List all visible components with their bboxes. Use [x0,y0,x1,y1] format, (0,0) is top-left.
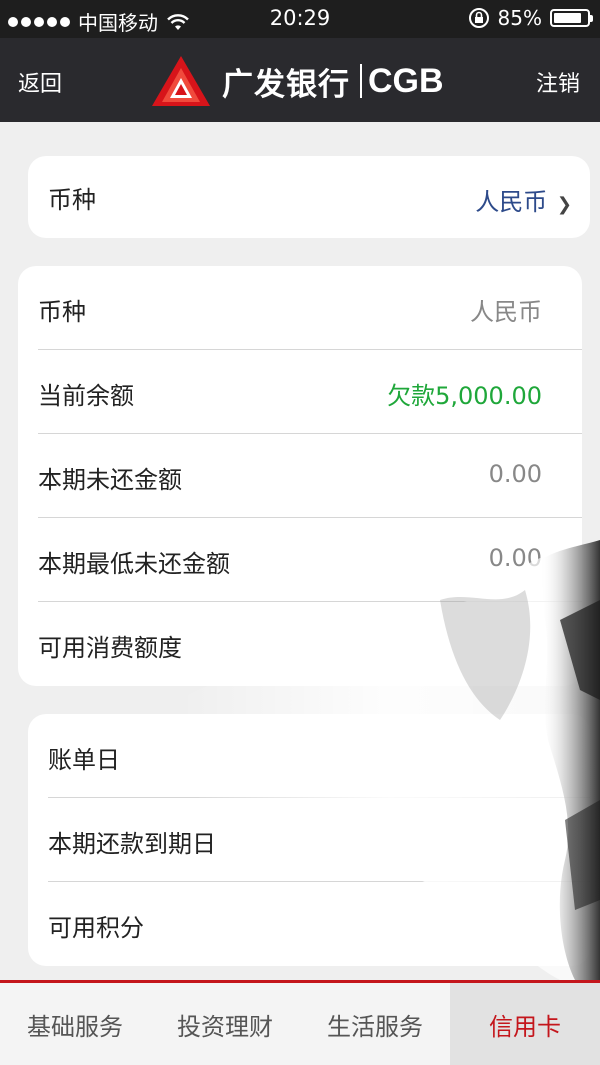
row-label: 币种 [38,298,86,326]
row-value: 人民币 [470,298,542,326]
row-label: 本期还款到期日 [48,830,216,858]
row-label: 当前余额 [38,382,134,410]
brand-separator [360,64,362,98]
battery-percent: 85% [497,6,542,30]
balance-row-currency: 币种 人民币 [18,266,582,350]
balance-row-min-unpaid: 本期最低未还金额 0.00 [18,518,582,602]
row-label: 可用积分 [48,914,144,942]
bill-row-points: 可用积分 [28,882,590,966]
currency-selector-value[interactable]: 人民币 ❯ [475,182,572,217]
brand-name-en: CGB [368,61,444,100]
bottom-tab-bar: 基础服务 投资理财 生活服务 信用卡 [0,980,600,1065]
content-scroll-area[interactable]: 币种 人民币 ❯ 币种 人民币 当前余额 欠款5,000.00 本期未还金额 0… [0,122,600,980]
currency-selector-label: 币种 [48,186,96,214]
row-value: 0.00 [488,544,542,572]
chevron-right-icon: ❯ [556,194,572,215]
balance-row-current-balance: 当前余额 欠款5,000.00 [18,350,582,434]
row-label: 本期最低未还金额 [38,550,230,578]
battery-icon [550,9,593,27]
row-label: 账单日 [48,746,120,774]
brand-name-cn: 广发银行 [222,66,350,103]
currency-selector-card[interactable]: 币种 人民币 ❯ [28,156,590,238]
bill-row-due-date: 本期还款到期日 [28,798,590,882]
logout-button[interactable]: 注销 [536,66,580,98]
bill-card: 账单日 本期还款到期日 可用积分 [28,714,590,966]
row-value: 欠款5,000.00 [387,382,542,410]
tab-credit-card[interactable]: 信用卡 [450,983,600,1065]
row-label: 可用消费额度 [38,634,182,662]
brand: 广发银行 CGB [152,56,444,106]
cgb-logo-icon [152,56,210,106]
row-value: 0.00 [488,460,542,488]
bill-row-statement-date: 账单日 [28,714,590,798]
tab-investment[interactable]: 投资理财 [150,983,300,1065]
row-label: 本期未还金额 [38,466,182,494]
tab-life-services[interactable]: 生活服务 [300,983,450,1065]
back-button[interactable]: 返回 [18,66,62,98]
status-bar: 中国移动 20:29 85% [0,0,600,38]
status-right: 85% [468,6,593,30]
rotation-lock-icon [468,8,489,28]
battery-fill [554,13,582,23]
nav-header: 返回 广发银行 CGB 注销 [0,38,600,122]
currency-selector-text: 人民币 [475,188,548,216]
balance-row-unpaid: 本期未还金额 0.00 [18,434,582,518]
balance-card: 币种 人民币 当前余额 欠款5,000.00 本期未还金额 0.00 本期最低未… [18,266,582,686]
tab-basic-services[interactable]: 基础服务 [0,983,150,1065]
balance-row-available-credit: 可用消费额度 [18,602,582,686]
